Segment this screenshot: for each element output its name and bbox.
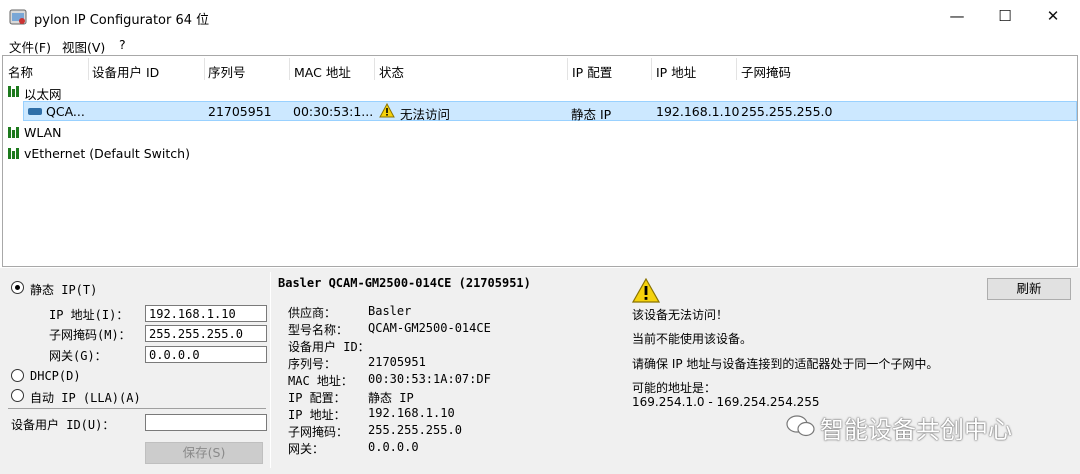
radio-auto-ip-label[interactable]: 自动 IP (LLA)(A) — [30, 389, 141, 406]
info-value: 0.0.0.0 — [368, 440, 419, 454]
status-message-3: 请确保 IP 地址与设备连接到的适配器处于同一个子网中。 — [632, 357, 939, 371]
column-header-user-id[interactable]: 设备用户 ID — [92, 62, 159, 81]
tree-group-wlan[interactable]: WLAN — [3, 123, 1077, 143]
column-header-serial[interactable]: 序列号 — [208, 62, 246, 81]
radio-dhcp-label[interactable]: DHCP(D) — [30, 369, 81, 383]
device-info-title: Basler QCAM-GM2500-014CE (21705951) — [278, 276, 531, 290]
gateway-input[interactable]: 0.0.0.0 — [145, 346, 267, 363]
info-key: IP 地址： — [288, 408, 346, 422]
radio-static-ip[interactable] — [11, 281, 24, 294]
device-subnet: 255.255.255.0 — [741, 104, 833, 119]
title-bar: pylon IP Configurator 64 位 — ☐ ✕ — [0, 0, 1080, 34]
tree-group-label: WLAN — [24, 125, 62, 140]
radio-dhcp[interactable] — [11, 369, 24, 382]
window-title: pylon IP Configurator 64 位 — [34, 13, 210, 28]
save-button[interactable]: 保存(S) — [145, 442, 263, 464]
gateway-label: 网关(G)： — [49, 349, 107, 363]
column-header-status[interactable]: 状态 — [379, 62, 404, 81]
column-divider[interactable] — [567, 58, 568, 80]
info-key: 型号名称： — [288, 323, 349, 337]
device-row-selected[interactable]: QCA... 21705951 00:30:53:1... 无法访问 静态 IP… — [23, 101, 1077, 122]
column-divider[interactable] — [736, 58, 737, 80]
camera-icon — [28, 108, 42, 115]
column-divider[interactable] — [204, 58, 205, 80]
ip-address-label: IP 地址(I)： — [49, 308, 129, 322]
warning-icon — [632, 278, 660, 303]
tree-group-ethernet[interactable]: 以太网 — [3, 82, 1077, 102]
column-header-name[interactable]: 名称 — [8, 62, 33, 81]
info-key: MAC 地址： — [288, 374, 353, 388]
device-ip: 192.168.1.10 — [656, 104, 740, 119]
refresh-button[interactable]: 刷新 — [987, 278, 1071, 300]
column-header-subnet[interactable]: 子网掩码 — [741, 62, 791, 81]
device-ip-config: 静态 IP — [571, 107, 612, 122]
network-adapter-icon — [8, 127, 20, 138]
ip-address-input[interactable]: 192.168.1.10 — [145, 305, 267, 322]
info-value: 21705951 — [368, 355, 426, 369]
tree-group-label: vEthernet (Default Switch) — [24, 146, 190, 161]
column-header-ip-config[interactable]: IP 配置 — [572, 62, 612, 81]
status-message-5: 169.254.1.0 - 169.254.254.255 — [632, 395, 820, 409]
user-id-label: 设备用户 ID(U)： — [11, 418, 115, 432]
network-adapter-icon — [8, 148, 20, 159]
column-header-ip[interactable]: IP 地址 — [656, 62, 696, 81]
info-value: 静态 IP — [368, 391, 414, 405]
column-divider[interactable] — [374, 58, 375, 80]
panel-divider — [270, 272, 271, 468]
tree-group-vethernet[interactable]: vEthernet (Default Switch) — [3, 144, 1077, 164]
menu-help[interactable]: ? — [119, 37, 126, 52]
status-message-1: 该设备无法访问！ — [632, 308, 729, 322]
info-key: 供应商： — [288, 306, 337, 320]
bottom-panel: 静态 IP(T) IP 地址(I)： 192.168.1.10 子网掩码(M)：… — [0, 268, 1080, 474]
subnet-mask-input[interactable]: 255.255.255.0 — [145, 325, 267, 342]
column-divider[interactable] — [289, 58, 290, 80]
device-status: 无法访问 — [400, 107, 451, 122]
info-key: IP 配置： — [288, 391, 346, 405]
info-value: 192.168.1.10 — [368, 406, 455, 420]
device-name: QCA... — [46, 104, 85, 119]
divider — [8, 408, 266, 409]
info-key: 序列号： — [288, 357, 337, 371]
close-icon: ✕ — [1046, 7, 1060, 25]
network-adapter-icon — [8, 86, 20, 97]
maximize-icon: ☐ — [998, 7, 1012, 25]
device-serial: 21705951 — [208, 104, 272, 119]
menu-view[interactable]: 视图(V) — [62, 37, 105, 56]
minimize-icon: — — [949, 7, 965, 25]
column-divider[interactable] — [651, 58, 652, 80]
menu-bar: 文件(F) 视图(V) ? — [0, 34, 1080, 56]
device-list[interactable]: 名称 设备用户 ID 序列号 MAC 地址 状态 IP 配置 IP 地址 子网掩… — [2, 55, 1078, 267]
info-key: 网关： — [288, 442, 325, 456]
info-value: Basler — [368, 304, 412, 318]
status-message-2: 当前不能使用该设备。 — [632, 332, 753, 346]
close-button[interactable]: ✕ — [1030, 0, 1076, 32]
radio-static-ip-label[interactable]: 静态 IP(T) — [30, 281, 97, 298]
radio-auto-ip[interactable] — [11, 389, 24, 402]
info-key: 子网掩码： — [288, 425, 349, 439]
column-divider[interactable] — [88, 58, 89, 80]
list-header: 名称 设备用户 ID 序列号 MAC 地址 状态 IP 配置 IP 地址 子网掩… — [3, 56, 1077, 82]
info-value: 255.255.255.0 — [368, 423, 462, 437]
menu-file[interactable]: 文件(F) — [9, 37, 51, 56]
device-mac: 00:30:53:1... — [293, 104, 374, 119]
column-header-mac[interactable]: MAC 地址 — [294, 62, 351, 81]
wechat-icon — [786, 415, 815, 437]
info-key: 设备用户 ID： — [288, 340, 370, 354]
status-message-4: 可能的地址是： — [632, 381, 717, 395]
subnet-mask-label: 子网掩码(M)： — [49, 328, 131, 342]
minimize-button[interactable]: — — [934, 0, 980, 32]
info-value: 00:30:53:1A:07:DF — [368, 372, 491, 386]
user-id-input[interactable] — [145, 414, 267, 431]
watermark: 智能设备共创中心 — [820, 416, 1012, 444]
info-value: QCAM-GM2500-014CE — [368, 321, 491, 335]
warning-icon — [379, 103, 395, 118]
maximize-button[interactable]: ☐ — [982, 0, 1028, 32]
app-icon — [9, 9, 27, 25]
